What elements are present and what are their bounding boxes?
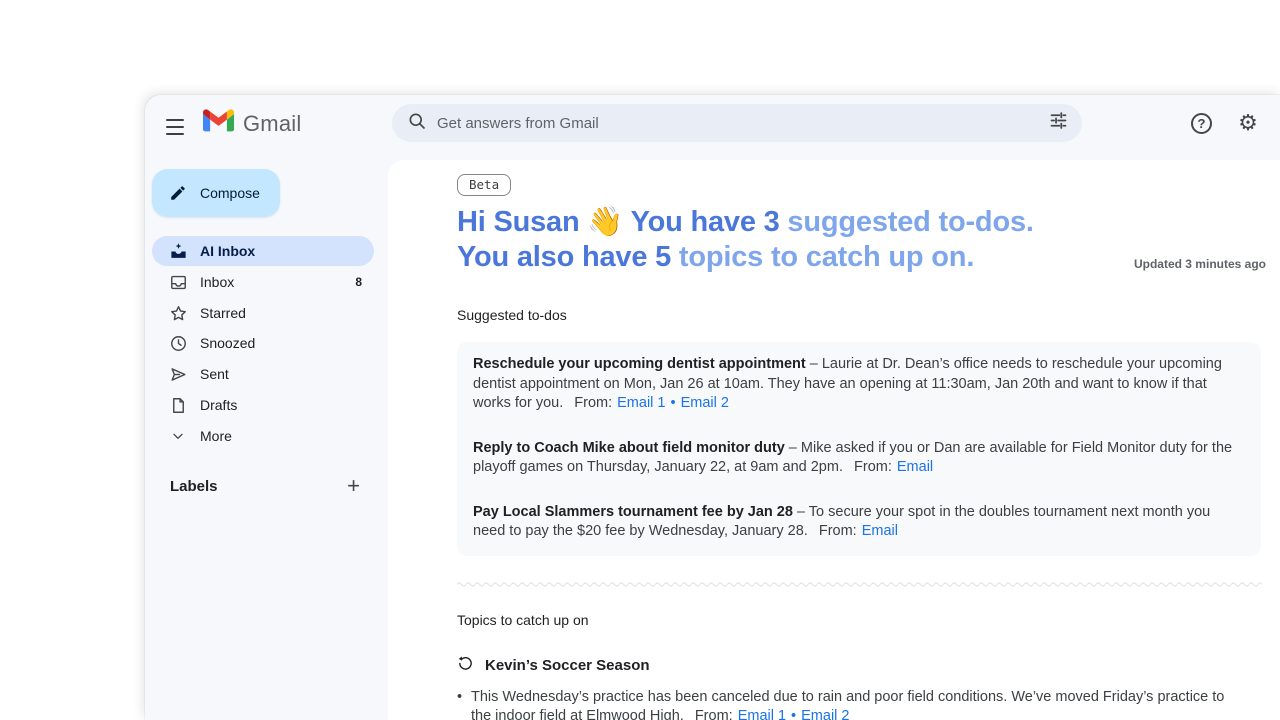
search-filters-icon[interactable] <box>1048 110 1069 136</box>
chevron-down-icon <box>168 426 188 446</box>
sidebar-item-sent[interactable]: Sent <box>152 359 374 389</box>
email-link[interactable]: Email 2 <box>801 708 849 720</box>
gmail-window: Gmail ? ⚙ Compo <box>145 95 1280 720</box>
sidebar: Compose AI Inbox Inbox 8 <box>145 160 388 720</box>
todo-title: Reply to Coach Mike about field monitor … <box>473 440 785 456</box>
todo-item: Reply to Coach Mike about field monitor … <box>473 439 1245 478</box>
sidebar-item-label: AI Inbox <box>200 243 255 259</box>
topic-bullet-list: This Wednesday’s practice has been cance… <box>457 688 1229 720</box>
suggested-todos-card: Reschedule your upcoming dentist appoint… <box>457 342 1261 556</box>
todo-item: Pay Local Slammers tournament fee by Jan… <box>473 503 1245 542</box>
history-refresh-icon <box>457 655 474 677</box>
inbox-unread-count: 8 <box>355 275 362 289</box>
ai-inbox-icon <box>168 241 188 261</box>
email-link[interactable]: Email 1 <box>617 395 665 411</box>
sidebar-item-label: Drafts <box>200 397 237 413</box>
link-separator: • <box>791 708 796 720</box>
sidebar-item-inbox[interactable]: Inbox 8 <box>152 267 374 297</box>
from-label: From: <box>695 708 733 720</box>
compose-button[interactable]: Compose <box>152 169 280 217</box>
labels-section-header: Labels + <box>152 471 374 501</box>
sidebar-item-label: Sent <box>200 366 229 382</box>
inbox-icon <box>168 272 188 292</box>
gmail-logo: Gmail <box>203 109 301 138</box>
ai-inbox-panel: Beta Hi Susan 👋 You have 3 suggested to-… <box>388 160 1280 720</box>
top-header: Gmail ? ⚙ <box>145 95 1280 160</box>
updated-timestamp: Updated 3 minutes ago <box>1134 257 1266 271</box>
hamburger-menu-icon[interactable] <box>166 113 192 141</box>
search-input[interactable] <box>437 115 1048 132</box>
email-link[interactable]: Email 1 <box>738 708 786 720</box>
greeting-line-1: Hi Susan 👋 You have 3 suggested to-dos. <box>457 205 1262 240</box>
gmail-logo-text: Gmail <box>243 111 301 137</box>
sidebar-item-more[interactable]: More <box>152 421 374 451</box>
email-link[interactable]: Email <box>897 459 933 475</box>
todo-item: Reschedule your upcoming dentist appoint… <box>473 355 1245 414</box>
beta-badge: Beta <box>457 174 511 196</box>
topics-header: Topics to catch up on <box>457 612 1262 628</box>
sidebar-item-label: Starred <box>200 305 246 321</box>
labels-header-text: Labels <box>170 478 218 495</box>
email-link[interactable]: Email 2 <box>681 395 729 411</box>
file-icon <box>168 395 188 415</box>
sidebar-item-drafts[interactable]: Drafts <box>152 390 374 420</box>
topic-title: Kevin’s Soccer Season <box>485 657 650 674</box>
wave-emoji: 👋 <box>587 206 623 238</box>
sidebar-item-snoozed[interactable]: Snoozed <box>152 328 374 358</box>
sidebar-item-label: Snoozed <box>200 335 255 351</box>
pencil-icon <box>169 184 187 202</box>
compose-label: Compose <box>200 185 260 201</box>
gmail-m-icon <box>203 109 234 138</box>
search-icon <box>407 111 427 136</box>
todo-title: Pay Local Slammers tournament fee by Jan… <box>473 504 793 520</box>
sidebar-item-label: More <box>200 428 232 444</box>
search-bar[interactable] <box>392 104 1082 142</box>
link-separator: • <box>671 395 676 411</box>
settings-gear-icon[interactable]: ⚙ <box>1236 111 1260 135</box>
help-icon[interactable]: ? <box>1191 113 1212 134</box>
from-label: From: <box>854 459 892 475</box>
from-label: From: <box>819 523 857 539</box>
email-link[interactable]: Email <box>862 523 898 539</box>
from-label: From: <box>574 395 612 411</box>
clock-icon <box>168 333 188 353</box>
star-icon <box>168 303 188 323</box>
wavy-divider <box>457 580 1262 587</box>
send-icon <box>168 364 188 384</box>
topic-bullet: This Wednesday’s practice has been cance… <box>457 688 1229 720</box>
sidebar-item-starred[interactable]: Starred <box>152 298 374 328</box>
topic-section-header: Kevin’s Soccer Season <box>457 655 1262 677</box>
sidebar-item-label: Inbox <box>200 274 234 290</box>
add-label-button[interactable]: + <box>347 476 360 496</box>
todo-title: Reschedule your upcoming dentist appoint… <box>473 356 806 372</box>
sidebar-item-ai-inbox[interactable]: AI Inbox <box>152 236 374 266</box>
suggested-todos-header: Suggested to-dos <box>457 307 1262 323</box>
